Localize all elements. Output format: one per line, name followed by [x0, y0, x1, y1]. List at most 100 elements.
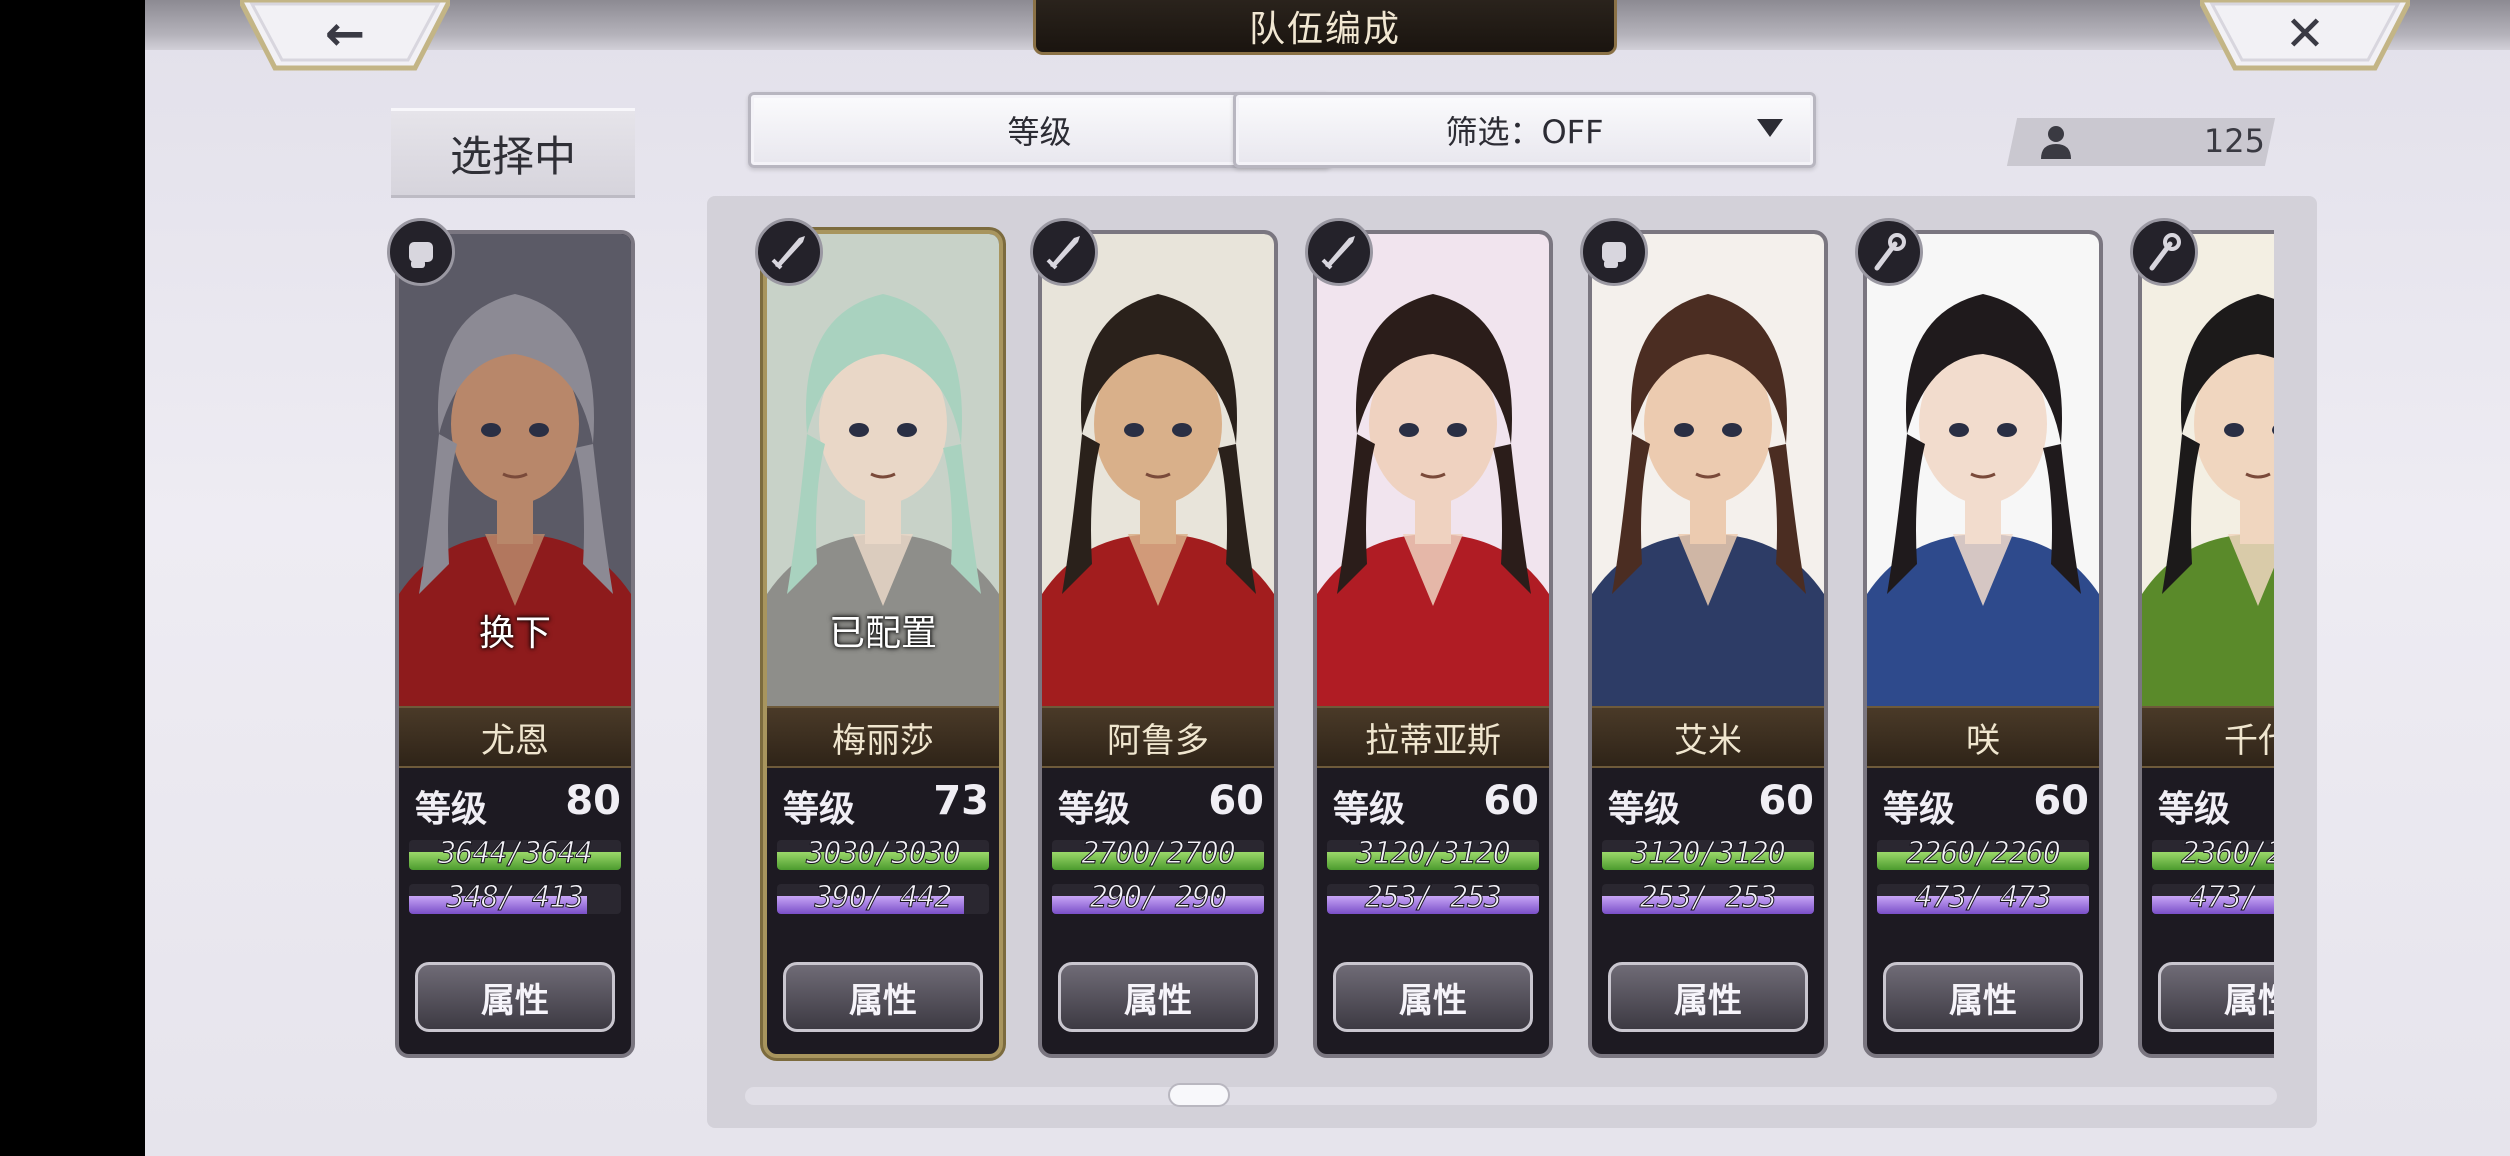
sword-icon — [755, 218, 823, 286]
person-icon — [2041, 126, 2071, 159]
level-label: 等级 — [783, 789, 856, 830]
team-formation-screen: ← 队伍编成 ✕ 选择中 等级 筛选：OFF 125 换下 尤恩 等级 80 3644/… — [145, 0, 2510, 1156]
mp-bar: 253/ 253 — [1602, 884, 1814, 914]
mp-bar: 473/ 473 — [2152, 884, 2274, 914]
card-frame: 已配置 梅丽莎 等级 73 3030/3030 390/ 442 属性 — [763, 230, 1003, 1058]
card-frame: 拉蒂亚斯 等级 60 3120/3120 253/ 253 属性 — [1313, 230, 1553, 1058]
level-value: 60 — [1208, 778, 1264, 824]
staff-icon — [1855, 218, 1923, 286]
sword-icon — [1030, 218, 1098, 286]
mp-value: 253/ 253 — [1639, 884, 1778, 914]
hp-value: 3120/3120 — [1356, 840, 1512, 870]
arrow-left-icon: ← — [324, 6, 366, 62]
card-frame: 换下尤恩等级 80 3644/3644 348/ 413 属性 — [395, 230, 635, 1058]
sword-icon — [1305, 218, 1373, 286]
page-title: 队伍编成 — [1033, 0, 1617, 55]
chevron-down-icon — [1757, 119, 1783, 137]
level-value: 73 — [933, 778, 989, 824]
card-status-label: 换下 — [478, 613, 551, 654]
mp-value: 473/ 473 — [1914, 884, 2053, 914]
level-row: 等级60 — [2142, 772, 2274, 832]
mp-bar: 473/ 473 — [1877, 884, 2089, 914]
level-label: 等级 — [1058, 789, 1131, 830]
mp-value: 390/ 442 — [814, 884, 953, 914]
hp-value: 3644/3644 — [438, 840, 594, 870]
hp-bar: 3120/3120 — [1602, 840, 1814, 870]
card-frame: 艾米 等级 60 3120/3120 253/ 253 属性 — [1588, 230, 1828, 1058]
level-label: 等级 — [2158, 789, 2231, 830]
card-frame: 千代等级60 2360/2360 473/ 473 属性 — [2138, 230, 2274, 1058]
hp-value: 2260/2260 — [1906, 840, 2062, 870]
character-name: 尤恩 — [399, 706, 631, 768]
close-button[interactable]: ✕ — [2200, 0, 2410, 72]
scrollbar-track[interactable] — [745, 1087, 2277, 1105]
hp-value: 3120/3120 — [1631, 840, 1787, 870]
character-card[interactable]: 已配置 梅丽莎 等级 73 3030/3030 390/ 442 属性 — [755, 218, 1003, 1058]
attributes-button[interactable]: 属性 — [783, 962, 983, 1032]
attributes-button[interactable]: 属性 — [1883, 962, 2083, 1032]
character-card[interactable]: 咲等级 60 2260/2260 473/ 473 属性 — [1855, 218, 2103, 1058]
hp-value: 2700/2700 — [1081, 840, 1237, 870]
attributes-button[interactable]: 属性 — [2158, 962, 2274, 1032]
character-name: 千代 — [2142, 706, 2274, 768]
level-row: 等级 60 — [1317, 772, 1549, 832]
back-button[interactable]: ← — [240, 0, 450, 72]
attributes-button[interactable]: 属性 — [1608, 962, 1808, 1032]
attributes-button[interactable]: 属性 — [415, 962, 615, 1032]
unit-count: 125 — [2203, 122, 2265, 160]
attributes-button[interactable]: 属性 — [1333, 962, 1533, 1032]
mp-bar: 290/ 290 — [1052, 884, 1264, 914]
hp-bar: 2700/2700 — [1052, 840, 1264, 870]
character-name: 梅丽莎 — [767, 706, 999, 768]
filter-dropdown-value: 筛选：OFF — [1445, 113, 1604, 151]
mp-value: 253/ 253 — [1364, 884, 1503, 914]
level-label: 等级 — [1608, 789, 1681, 830]
fist-icon — [1580, 218, 1648, 286]
mp-value: 473/ 473 — [2189, 884, 2274, 914]
hp-bar: 2260/2260 — [1877, 840, 2089, 870]
character-portrait — [1317, 234, 1549, 706]
hp-bar: 2360/2360 — [2152, 840, 2274, 870]
close-icon: ✕ — [2284, 6, 2326, 62]
staff-icon — [2130, 218, 2198, 286]
hp-bar: 3030/3030 — [777, 840, 989, 870]
hp-bar: 3120/3120 — [1327, 840, 1539, 870]
character-list: 已配置 梅丽莎 等级 73 3030/3030 390/ 442 属性 阿鲁多 等级 60 2700… — [707, 200, 2274, 1080]
hp-bar: 3644/3644 — [409, 840, 621, 870]
level-value: 60 — [1483, 778, 1539, 824]
character-portrait — [2142, 234, 2274, 706]
character-portrait — [1592, 234, 1824, 706]
level-label: 等级 — [1883, 789, 1956, 830]
level-row: 等级60 — [1592, 772, 1824, 832]
mp-value: 290/ 290 — [1089, 884, 1228, 914]
character-card[interactable]: 阿鲁多等级 60 2700/2700 290/ 290 属性 — [1030, 218, 1278, 1058]
character-card[interactable]: 艾米 等级 60 3120/3120 253/ 253 属性 — [1580, 218, 1828, 1058]
fist-icon — [387, 218, 455, 286]
sort-dropdown-value: 等级 — [1007, 113, 1072, 151]
attributes-button[interactable]: 属性 — [1058, 962, 1258, 1032]
scrollbar-thumb[interactable] — [1168, 1083, 1230, 1107]
mp-value: 348/ 413 — [446, 884, 585, 914]
character-card[interactable]: 千代等级60 2360/2360 473/ 473 属性 — [2130, 218, 2274, 1058]
card-frame: 阿鲁多等级 60 2700/2700 290/ 290 属性 — [1038, 230, 1278, 1058]
level-row: 等级 80 — [399, 772, 631, 832]
level-label: 等级 — [415, 789, 488, 830]
character-portrait — [1042, 234, 1274, 706]
mp-bar: 348/ 413 — [409, 884, 621, 914]
level-row: 等级 60 — [1042, 772, 1274, 832]
hp-value: 2360/2360 — [2181, 840, 2274, 870]
mp-bar: 390/ 442 — [777, 884, 989, 914]
level-row: 等级 73 — [767, 772, 999, 832]
character-name: 咲 — [1867, 706, 2099, 768]
character-name: 阿鲁多 — [1042, 706, 1274, 768]
hp-value: 3030/3030 — [806, 840, 962, 870]
mp-bar: 253/ 253 — [1327, 884, 1539, 914]
level-label: 等级 — [1333, 789, 1406, 830]
level-value: 80 — [565, 778, 621, 824]
character-portrait — [1867, 234, 2099, 706]
filter-dropdown[interactable]: 筛选：OFF — [1233, 92, 1816, 168]
character-card[interactable]: 拉蒂亚斯 等级 60 3120/3120 253/ 253 属性 — [1305, 218, 1553, 1058]
selected-character-card[interactable]: 换下尤恩等级 80 3644/3644 348/ 413 属性 — [387, 218, 635, 1058]
character-name: 艾米 — [1592, 706, 1824, 768]
card-frame: 咲等级 60 2260/2260 473/ 473 属性 — [1863, 230, 2103, 1058]
